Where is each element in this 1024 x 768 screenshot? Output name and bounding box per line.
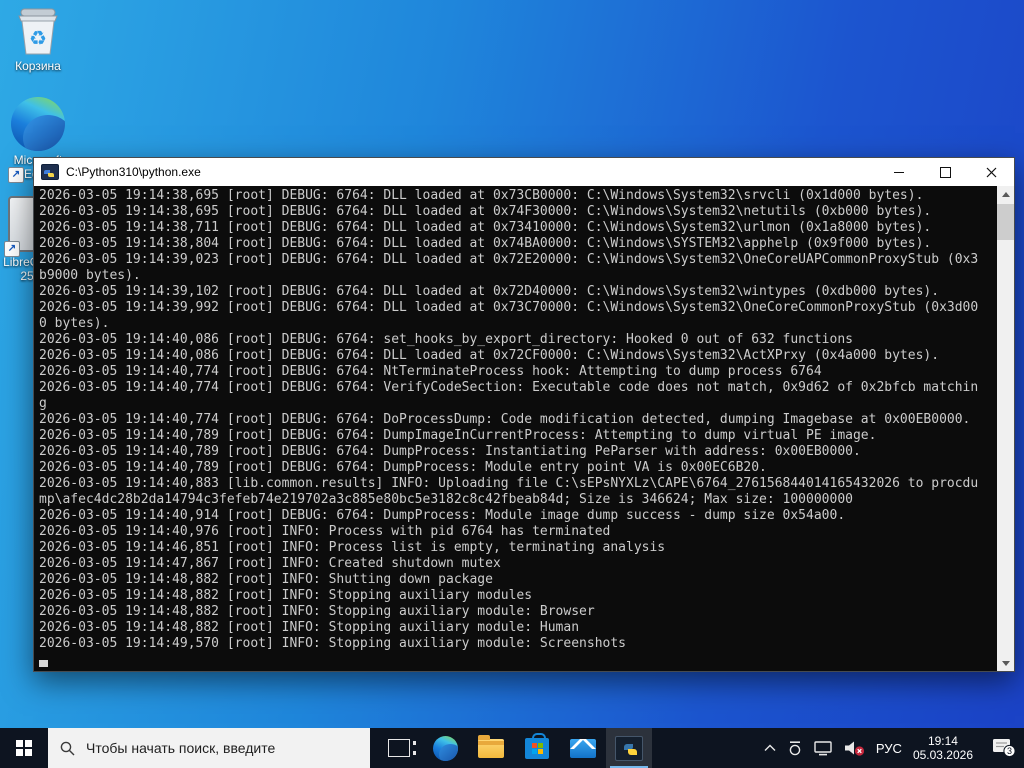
shortcut-arrow-icon: ↗ xyxy=(4,241,20,257)
window-titlebar[interactable]: C:\Python310\python.exe xyxy=(34,158,1014,186)
chevron-up-icon xyxy=(764,744,776,751)
language-indicator[interactable]: РУС xyxy=(876,741,902,756)
taskbar-mail-button[interactable] xyxy=(560,728,606,768)
taskbar-store-button[interactable] xyxy=(514,728,560,768)
console-output: 2026-03-05 19:14:38,695 [root] DEBUG: 67… xyxy=(39,188,979,651)
console-body: 2026-03-05 19:14:38,695 [root] DEBUG: 67… xyxy=(34,186,1014,671)
close-button[interactable] xyxy=(968,158,1014,186)
taskbar-file-explorer-button[interactable] xyxy=(468,728,514,768)
shortcut-arrow-icon: ↗ xyxy=(8,167,24,183)
search-input[interactable] xyxy=(84,739,338,757)
volume-button[interactable] xyxy=(844,740,865,756)
taskbar-python-console-button[interactable] xyxy=(606,728,652,768)
close-icon xyxy=(986,167,996,177)
svg-text:♻: ♻ xyxy=(29,28,47,50)
notification-icon: 3 xyxy=(993,739,1016,758)
scroll-up-button[interactable] xyxy=(997,186,1014,202)
desktop-icon-label: Корзина xyxy=(15,59,61,73)
taskbar: РУС 19:14 05.03.2026 3 xyxy=(0,728,1024,768)
window-title: C:\Python310\python.exe xyxy=(66,165,201,179)
microsoft-store-icon xyxy=(525,732,549,759)
taskbar-apps xyxy=(376,728,652,768)
windows-logo-icon xyxy=(16,740,32,756)
scroll-down-button[interactable] xyxy=(997,655,1014,671)
maximize-button[interactable] xyxy=(922,158,968,186)
tray-app-button[interactable] xyxy=(787,740,803,756)
file-explorer-icon xyxy=(478,734,504,758)
scrollbar-thumb[interactable] xyxy=(997,204,1014,240)
network-button[interactable] xyxy=(814,740,833,756)
console-scrollbar[interactable] xyxy=(997,186,1014,671)
python-console-icon xyxy=(41,164,59,180)
taskbar-clock[interactable]: 19:14 05.03.2026 xyxy=(913,734,973,762)
desktop-icon-recycle-bin[interactable]: ♻ Корзина xyxy=(6,6,70,73)
console-cursor xyxy=(39,660,48,667)
window-controls xyxy=(876,158,1014,186)
mail-icon xyxy=(570,738,596,758)
minimize-button[interactable] xyxy=(876,158,922,186)
notification-count-badge: 3 xyxy=(1007,746,1012,756)
task-view-button[interactable] xyxy=(376,728,422,768)
task-view-icon xyxy=(388,739,416,757)
start-button[interactable] xyxy=(0,728,48,768)
clock-time: 19:14 xyxy=(927,734,958,748)
edge-icon xyxy=(11,97,65,151)
action-center-button[interactable]: 3 xyxy=(992,738,1018,758)
clock-date: 05.03.2026 xyxy=(912,748,973,762)
show-hidden-icons-button[interactable] xyxy=(764,744,776,752)
minimize-icon xyxy=(894,171,904,173)
volume-muted-icon xyxy=(844,741,864,756)
tray-app-icon xyxy=(789,740,801,755)
maximize-icon xyxy=(939,166,951,178)
arrow-up-icon xyxy=(1001,191,1010,197)
taskbar-edge-button[interactable] xyxy=(422,728,468,768)
console-window: C:\Python310\python.exe 2026-03-05 19:14… xyxy=(33,157,1015,672)
python-console-icon xyxy=(615,735,643,761)
taskbar-search[interactable] xyxy=(48,728,370,768)
arrow-down-icon xyxy=(1001,660,1010,666)
network-icon xyxy=(814,740,832,755)
edge-icon xyxy=(432,735,458,761)
search-icon xyxy=(60,741,75,755)
recycle-bin-icon: ♻ xyxy=(18,8,58,55)
system-tray: РУС 19:14 05.03.2026 3 xyxy=(764,728,1024,768)
